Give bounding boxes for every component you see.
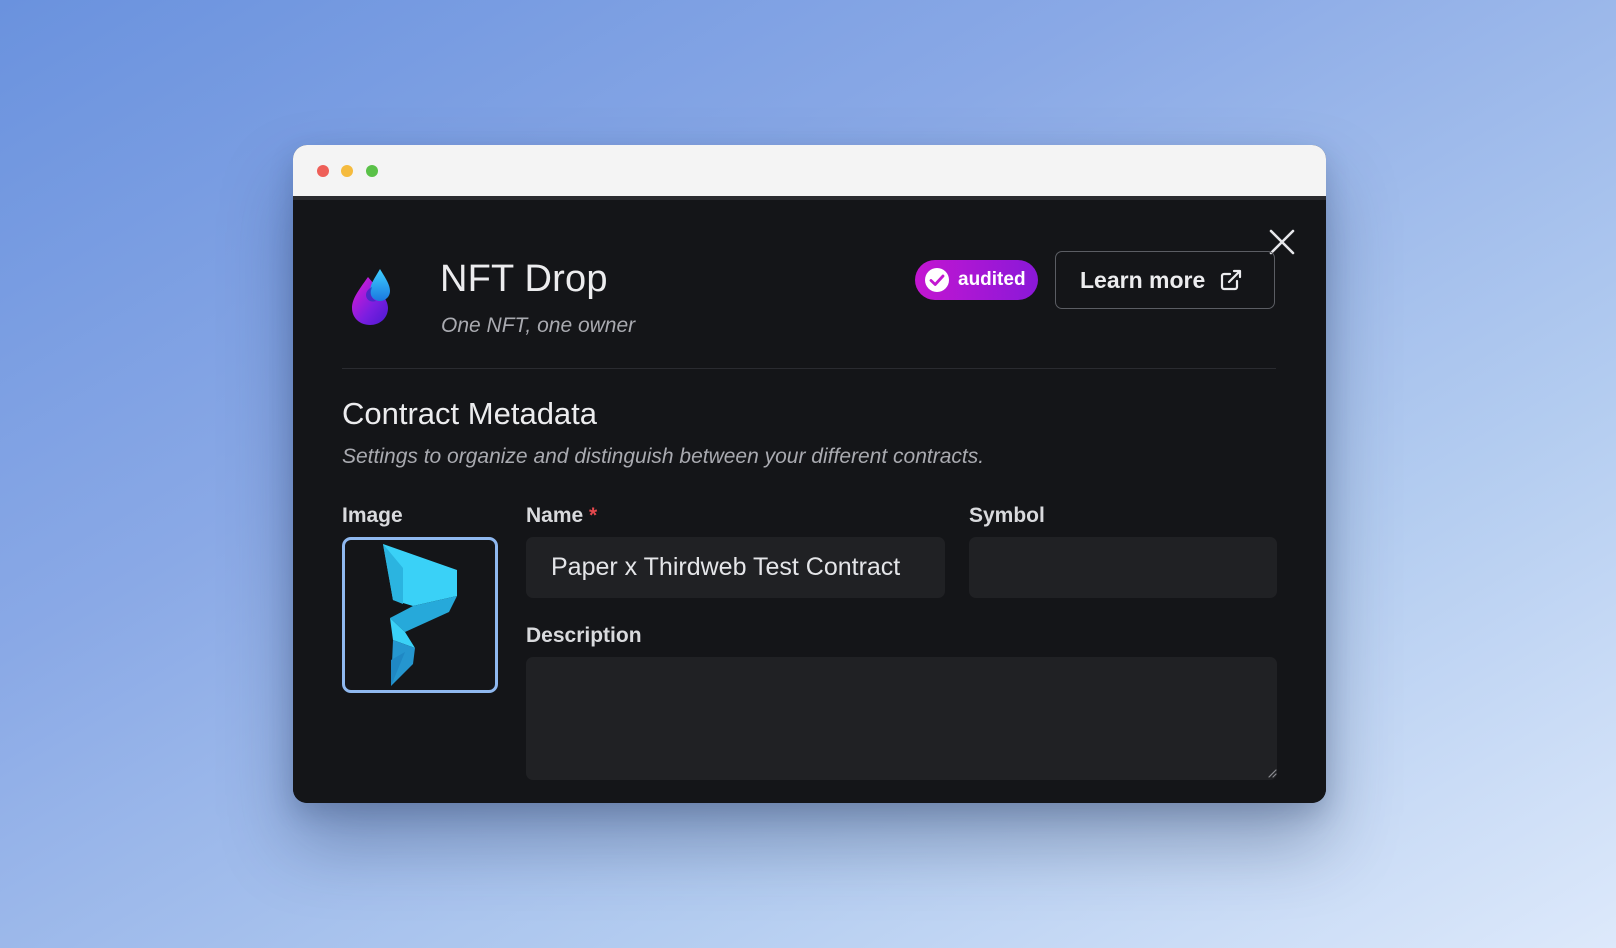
required-marker: * (589, 504, 598, 527)
window-close-control[interactable] (317, 165, 329, 177)
audited-badge: audited (915, 260, 1038, 300)
deploy-modal: NFT Drop audited One NFT, one owner Lear… (293, 200, 1326, 803)
audited-badge-label: audited (958, 269, 1026, 290)
window-titlebar (293, 145, 1326, 200)
resize-handle-icon[interactable] (1267, 768, 1277, 778)
learn-more-label: Learn more (1080, 266, 1206, 293)
symbol-input[interactable] (969, 537, 1277, 598)
section-title: Contract Metadata (342, 396, 598, 431)
window-minimize-control[interactable] (341, 165, 353, 177)
section-description: Settings to organize and distinguish bet… (342, 445, 985, 468)
contract-type-title: NFT Drop (440, 258, 608, 300)
app-window: NFT Drop audited One NFT, one owner Lear… (293, 145, 1326, 803)
nft-drop-logo-icon (352, 269, 390, 325)
contract-type-subtitle: One NFT, one owner (441, 314, 636, 337)
check-circle-icon (925, 268, 949, 292)
external-link-icon (1221, 269, 1242, 291)
header-divider (342, 368, 1276, 369)
symbol-label: Symbol (969, 504, 1045, 527)
paper-logo-image (383, 544, 457, 686)
image-upload[interactable] (342, 537, 498, 693)
name-label: Name * (526, 504, 597, 528)
description-textarea[interactable] (526, 657, 1277, 780)
image-label: Image (342, 504, 403, 527)
learn-more-button[interactable]: Learn more (1055, 251, 1275, 309)
name-label-text: Name (526, 504, 584, 527)
name-input[interactable] (526, 537, 945, 598)
window-maximize-control[interactable] (366, 165, 378, 177)
description-label: Description (526, 624, 642, 647)
